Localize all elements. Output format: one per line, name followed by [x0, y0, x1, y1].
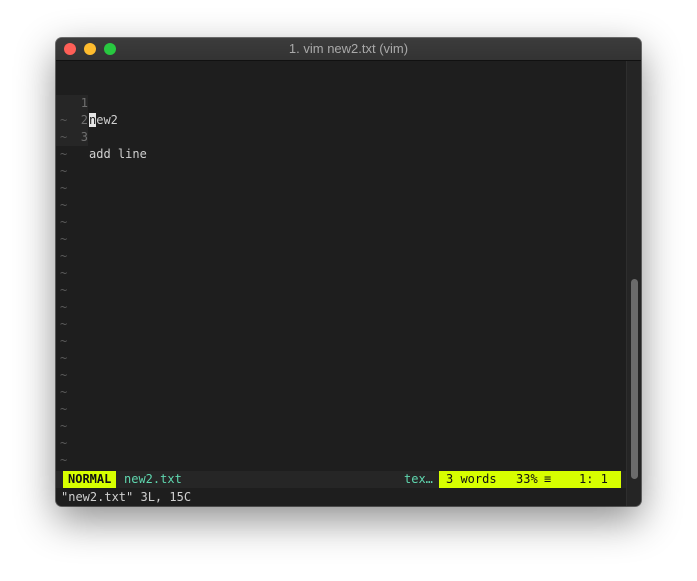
editor-area[interactable]: 1 new2 2 3 add line ~ ~ ~ ~ ~ ~ ~ ~ ~ ~ ~ ~ ~ ~ ~ ~ ~ ~ ~ ~…	[56, 61, 626, 471]
empty-line-marker: ~	[60, 113, 68, 127]
window-title: 1. vim new2.txt (vim)	[288, 41, 409, 56]
line-text: add line	[89, 147, 147, 161]
empty-line-marker: ~	[60, 436, 68, 450]
empty-line-marker: ~	[60, 385, 68, 399]
empty-line-marker: ~	[60, 249, 68, 263]
empty-line-marker: ~	[60, 266, 68, 280]
empty-line-marker: ~	[60, 283, 68, 297]
editor-line[interactable]: 3 add line	[56, 95, 147, 161]
empty-line-marker: ~	[60, 300, 68, 314]
status-filetype: tex…	[404, 472, 433, 486]
mode-indicator: NORMAL	[63, 471, 117, 488]
empty-line-marker: ~	[60, 453, 68, 467]
command-line[interactable]: "new2.txt" 3L, 15C	[56, 488, 626, 506]
word-count: 3 words	[446, 472, 497, 486]
empty-line-marker: ~	[60, 147, 68, 161]
status-filename: new2.txt	[124, 472, 182, 486]
status-right-segment: 3 words 33% ≡ 1: 1	[439, 471, 621, 488]
scroll-percent: 33%	[516, 472, 538, 486]
terminal-window: 1. vim new2.txt (vim) 1 new2 2 3 add lin…	[56, 38, 641, 506]
empty-line-marker: ~	[60, 402, 68, 416]
empty-line-marker: ~	[60, 130, 68, 144]
editor-line[interactable]: 2	[56, 78, 99, 129]
empty-line-marker: ~	[60, 232, 68, 246]
empty-line-marker: ~	[60, 419, 68, 433]
empty-line-marker: ~	[60, 317, 68, 331]
scrollbar-thumb[interactable]	[631, 279, 638, 479]
scrollbar[interactable]	[626, 61, 641, 506]
cursor-position: 1: 1	[579, 472, 608, 486]
empty-line-marker: ~	[60, 164, 68, 178]
line-text: ew2	[96, 113, 118, 127]
empty-line-marker: ~	[60, 368, 68, 382]
empty-line-marker: ~	[60, 334, 68, 348]
empty-line-marker: ~	[60, 351, 68, 365]
empty-line-marker: ~	[60, 181, 68, 195]
status-line: NORMAL new2.txt tex… 3 words 33% ≡ 1: 1	[56, 471, 626, 488]
editor-line[interactable]: 1 new2	[56, 61, 118, 127]
title-bar[interactable]: 1. vim new2.txt (vim)	[56, 38, 641, 61]
empty-line-marker: ~	[60, 215, 68, 229]
empty-line-marker: ~	[60, 198, 68, 212]
lines-icon: ≡	[544, 472, 552, 486]
